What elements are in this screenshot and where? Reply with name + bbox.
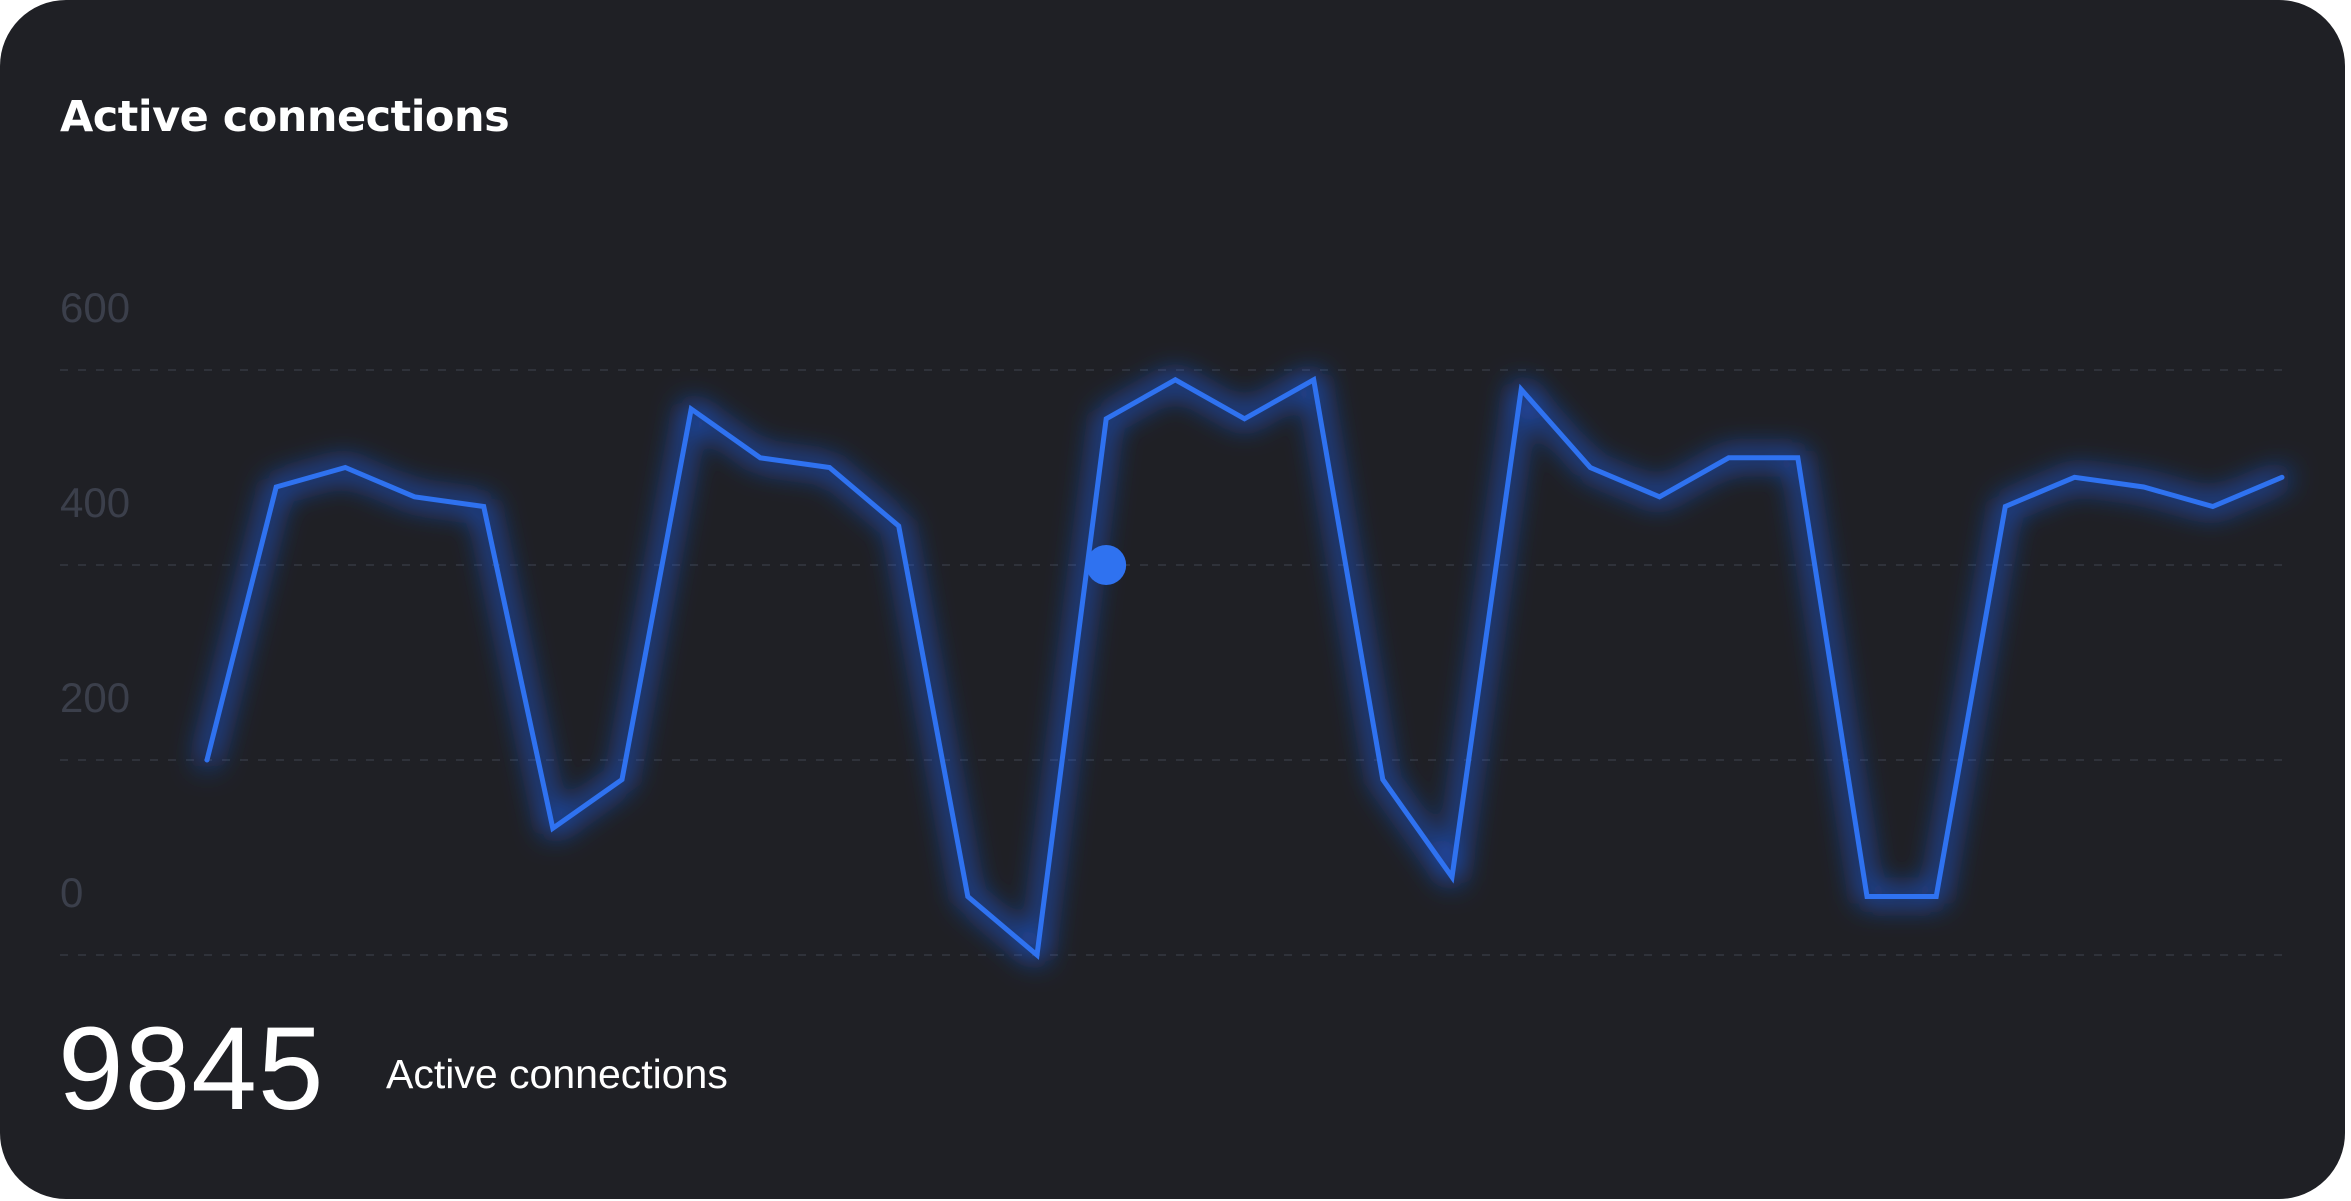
data-point xyxy=(1034,952,1040,958)
data-point xyxy=(2072,474,2078,480)
y-axis-ticks: 0 200 400 600 xyxy=(60,284,130,916)
data-point xyxy=(1795,455,1801,461)
data-point xyxy=(412,494,418,500)
y-tick-label-600: 600 xyxy=(60,284,130,331)
data-point xyxy=(550,825,556,831)
data-point xyxy=(1103,416,1109,422)
data-point xyxy=(827,465,833,471)
y-tick-label-0: 0 xyxy=(60,869,83,916)
highlight-marker-group xyxy=(1086,545,1127,585)
data-point xyxy=(273,484,279,490)
data-point xyxy=(1518,387,1524,393)
line-chart: 0 200 400 600 xyxy=(60,284,2289,962)
data-point xyxy=(965,894,971,900)
data-point xyxy=(1933,894,1939,900)
data-point xyxy=(342,465,348,471)
data-point xyxy=(1242,416,1248,422)
series-line-group xyxy=(200,372,2289,962)
y-tick-label-200: 200 xyxy=(60,674,130,721)
data-point xyxy=(1380,777,1386,783)
y-tick-label-400: 400 xyxy=(60,479,130,526)
chart-card: Active connections 0 200 400 600 9845 Activ… xyxy=(0,0,2345,1199)
data-point xyxy=(1864,894,1870,900)
data-point xyxy=(2141,484,2147,490)
data-point xyxy=(1587,465,1593,471)
data-point xyxy=(2002,504,2008,510)
data-point xyxy=(896,523,902,529)
data-point xyxy=(619,777,625,783)
data-point xyxy=(1311,377,1317,383)
metric-caption: Active connections xyxy=(386,1051,728,1097)
data-point xyxy=(1657,494,1663,500)
data-point xyxy=(2279,474,2285,480)
data-point xyxy=(204,757,210,763)
data-point xyxy=(2210,504,2216,510)
data-point xyxy=(481,504,487,510)
metric-value: 9845 xyxy=(58,1003,325,1135)
highlight-marker xyxy=(1086,545,1127,585)
data-point xyxy=(1449,874,1455,880)
data-point xyxy=(1726,455,1732,461)
data-point xyxy=(688,406,694,412)
data-point xyxy=(757,455,763,461)
data-point xyxy=(1172,377,1178,383)
grid-lines xyxy=(60,369,2286,956)
